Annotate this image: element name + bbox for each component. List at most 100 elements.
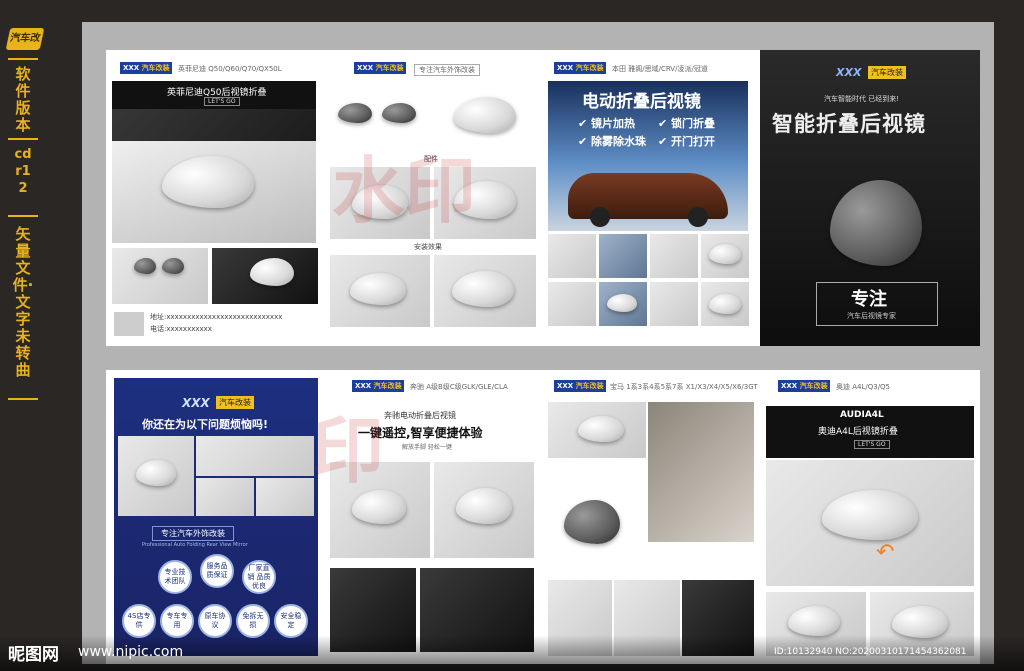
- thumb: [599, 282, 647, 326]
- subline: 解放手脚 轻松一键: [402, 444, 452, 451]
- feature-label: 锁门折叠: [671, 117, 716, 130]
- brand-badge: XXX 汽车改装: [354, 62, 406, 74]
- thumb: [650, 234, 698, 278]
- label-cdr-version: cdr12: [14, 147, 32, 196]
- divider: [8, 138, 38, 140]
- tagline-badge: LET'S GO: [854, 440, 890, 449]
- feature-bubble: 专车专用: [160, 604, 194, 638]
- page-parts-gallery: XXX 汽车改装 专注汽车外饰改装 配件 安装效果: [324, 50, 542, 346]
- workspace-canvas: XXX 汽车改装 英菲尼迪 Q50/Q60/Q70/QX50L 英菲尼迪Q50后…: [82, 22, 994, 664]
- photo: [196, 436, 314, 476]
- phone-row: 电话:xxxxxxxxxxx: [150, 324, 212, 334]
- brochure-board-top: XXX 汽车改装 英菲尼迪 Q50/Q60/Q70/QX50L 英菲尼迪Q50后…: [106, 50, 980, 346]
- model-name: AUDIA4L: [840, 410, 884, 420]
- feature-label: 除雾除水珠: [591, 135, 647, 148]
- hero-banner: 电动折叠后视镜 ✔ 镜片加热 ✔ 锁门折叠 ✔ 除雾除水珠 ✔ 开门打开: [548, 81, 748, 231]
- brand-logo: 汽车改装: [5, 28, 45, 66]
- address-label: 地址:: [150, 313, 167, 321]
- focus-subtext: 汽车后视镜专家: [847, 312, 896, 320]
- mirror-photo-3: [330, 255, 430, 327]
- slogan: 汽车智能时代 已经到来!: [824, 95, 900, 103]
- address-value: xxxxxxxxxxxxxxxxxxxxxxxxxxxx: [166, 313, 283, 321]
- qr-code: [114, 312, 144, 336]
- photo: [118, 436, 194, 516]
- hero-photo: 英菲尼迪Q50后视镜折叠 LET'S GO: [112, 81, 316, 243]
- photo: [196, 478, 254, 516]
- brand-badge: XXX 汽车改装: [778, 380, 830, 392]
- models-line: 英菲尼迪 Q50/Q60/Q70/QX50L: [178, 65, 282, 73]
- mirror-photo-4: [434, 255, 536, 327]
- phone-label: 电话:: [150, 325, 167, 333]
- thumb: [701, 282, 749, 326]
- brand-badge: XXX 汽车改装: [554, 380, 606, 392]
- site-url: www.nipic.com: [78, 644, 184, 660]
- thumb: [548, 282, 596, 326]
- question-headline: 你还在为以下问题烦恼吗!: [142, 418, 269, 431]
- window-switch-photo: [648, 402, 754, 542]
- brand-tag: 汽车改装: [868, 66, 906, 79]
- feature-bubble: 服务品质保证: [200, 554, 234, 588]
- thumb: [548, 234, 596, 278]
- feature-bubble: 免拆无损: [236, 604, 270, 638]
- brand-badge: XXX 汽车改装: [120, 62, 172, 74]
- mirror-photo-1: [330, 462, 430, 558]
- models-line: 奥迪 A4L/Q3/Q5: [836, 383, 891, 391]
- hero-photo: ↶: [766, 460, 974, 586]
- label-vector-files: 矢量文件·文字未转曲: [12, 225, 34, 379]
- mirror-photo: [548, 402, 646, 458]
- page-infiniti: XXX 汽车改装 英菲尼迪 Q50/Q60/Q70/QX50L 英菲尼迪Q50后…: [106, 50, 324, 346]
- page-title: 奔驰电动折叠后视镜: [384, 411, 456, 420]
- parts-photo-1: [330, 81, 430, 151]
- feature-item: ✔ 除雾除水珠: [578, 135, 647, 148]
- arrow-icon: ↶: [876, 540, 895, 565]
- mirror-photo-1: [330, 167, 430, 239]
- address-row: 地址:xxxxxxxxxxxxxxxxxxxxxxxxxxxx: [150, 312, 282, 322]
- feature-bubble: 安全稳定: [274, 604, 308, 638]
- title-bar: AUDIA4L 奥迪A4L后视镜折叠 LET'S GO: [766, 406, 974, 458]
- ribbon: 专注汽车外饰改装: [152, 526, 234, 541]
- page-honda: XXX 汽车改装 本田 雅阁/思域/CRV/凌派/冠道 电动折叠后视镜 ✔ 镜片…: [542, 50, 760, 346]
- models-line: 本田 雅阁/思域/CRV/凌派/冠道: [612, 65, 708, 73]
- brochure-board-bottom: XXX 汽车改装 你还在为以下问题烦恼吗! 专注汽车外饰改装 Professio…: [106, 370, 980, 664]
- feature-bubble: 4S店专供: [122, 604, 156, 638]
- brand-tag: 汽车改装: [216, 396, 254, 409]
- focus-box: 专注 汽车后视镜专家: [816, 282, 938, 326]
- ribbon-en: Professional Auto Folding Rear View Mirr…: [142, 542, 248, 548]
- parts-photo: [548, 460, 646, 570]
- divider: [8, 398, 38, 400]
- phone-value: xxxxxxxxxxx: [166, 325, 212, 333]
- parts-photo-2: [434, 81, 536, 151]
- tagline-box: 专注汽车外饰改装: [414, 64, 480, 76]
- image-id: ID:10132940 NO:20200310171454362081: [774, 647, 967, 657]
- feature-item: ✔ 开门打开: [658, 135, 716, 148]
- page-smart-mirror: XXX 汽车改装 汽车智能时代 已经到来! 智能折叠后视镜 专注 汽车后视镜专家: [760, 50, 980, 346]
- feature-item: ✔ 镜片加热: [578, 117, 636, 130]
- site-logo: 昵图网: [8, 645, 59, 665]
- tagline-badge: LET'S GO: [204, 97, 240, 106]
- parts-photo: [112, 248, 208, 304]
- divider: [8, 58, 38, 60]
- thumb: [599, 234, 647, 278]
- page-bmw: XXX 汽车改装 宝马 1系3系4系5系7系 X1/X3/X4/X5/X6/3G…: [542, 370, 760, 664]
- thumb: [701, 234, 749, 278]
- thumb: [650, 282, 698, 326]
- headline: 电动折叠后视镜: [582, 92, 701, 112]
- feature-bubble: 专业技术团队: [158, 560, 192, 594]
- brand-name: XXX: [836, 66, 862, 79]
- models-line: 宝马 1系3系4系5系7系 X1/X3/X4/X5/X6/3GT: [610, 383, 758, 391]
- photo: [256, 478, 314, 516]
- mirror-image: [830, 180, 922, 266]
- mirror-photo-2: [434, 462, 534, 558]
- feature-item: ✔ 锁门折叠: [658, 117, 716, 130]
- page-title: 奥迪A4L后视镜折叠: [818, 427, 898, 437]
- brand-badge: XXX 汽车改装: [352, 380, 404, 392]
- feature-bubble: 原车协议: [198, 604, 232, 638]
- page-audi: XXX 汽车改装 奥迪 A4L/Q3/Q5 AUDIA4L 奥迪A4L后视镜折叠…: [760, 370, 980, 664]
- feature-label: 开门打开: [671, 135, 716, 148]
- focus-text: 专注: [851, 289, 887, 310]
- feature-bubble: 厂家直销 品质优良: [242, 560, 276, 594]
- caption: 安装效果: [414, 243, 442, 251]
- install-photo: [212, 248, 318, 304]
- brand-badge: XXX 汽车改装: [554, 62, 606, 74]
- models-line: 奔驰 A级B级C级GLK/GLE/CLA: [410, 383, 508, 391]
